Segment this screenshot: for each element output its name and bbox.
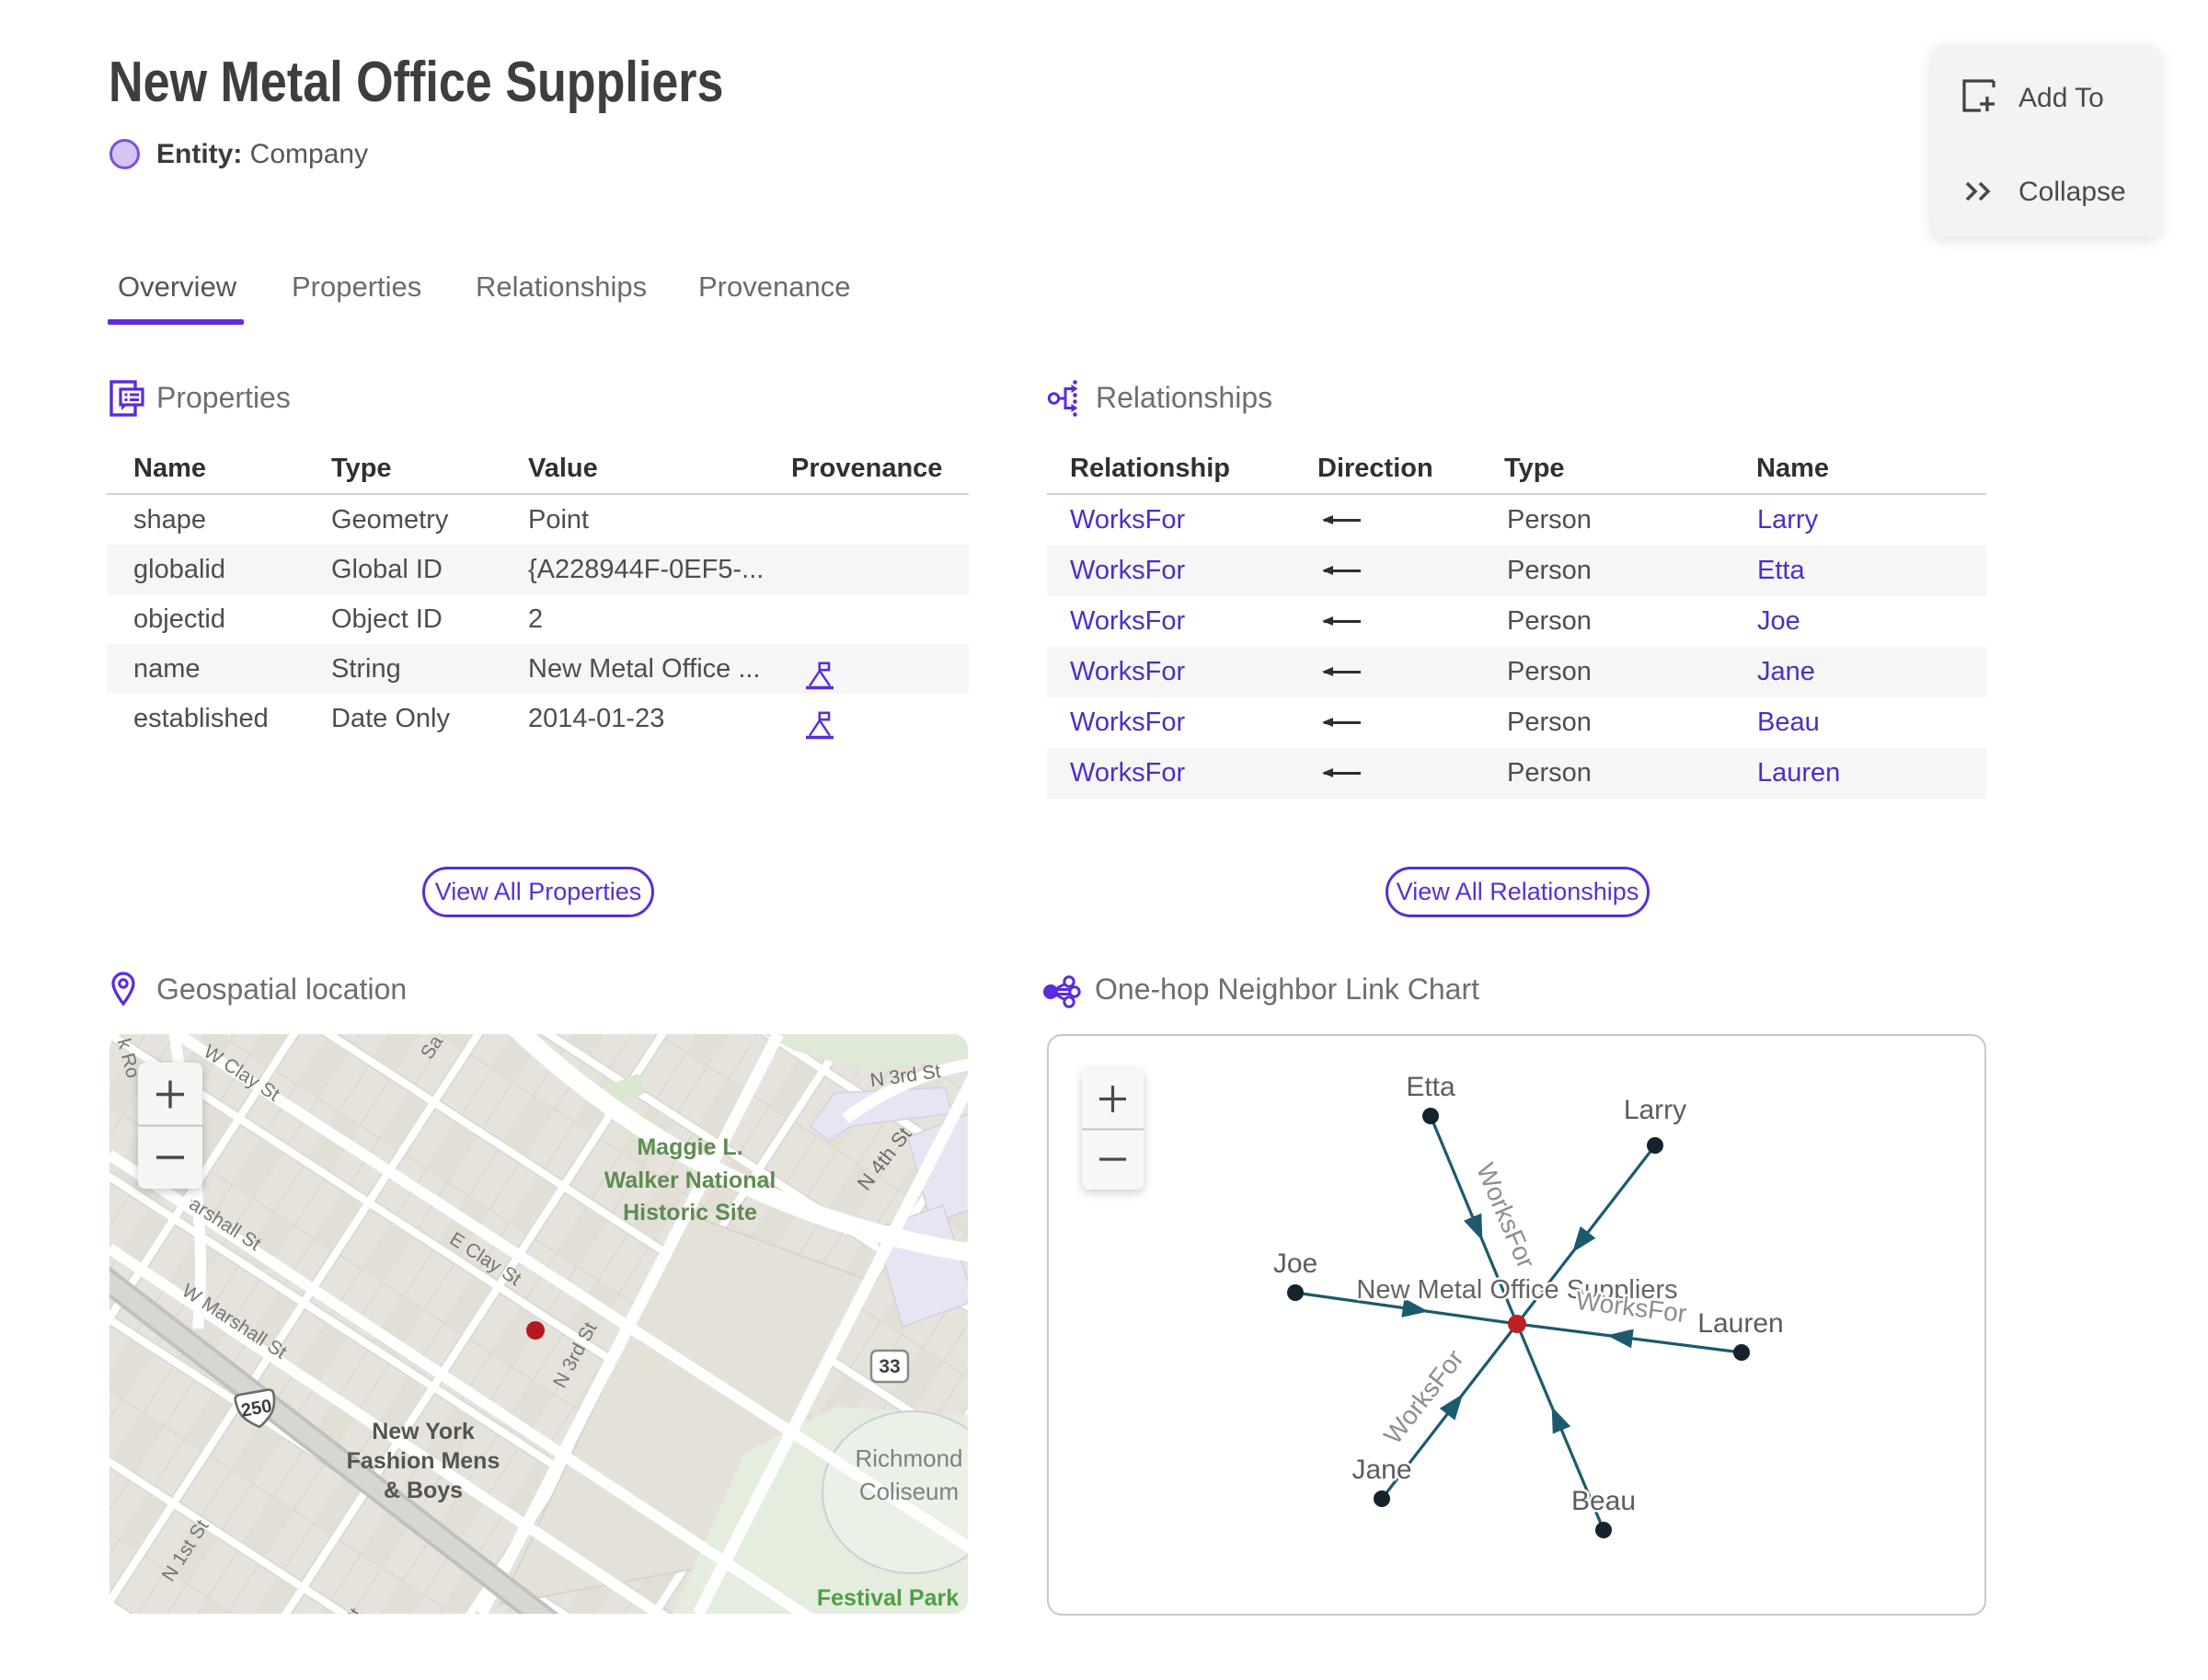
svg-text:Richmond: Richmond [855,1444,962,1472]
svg-text:Festival Park: Festival Park [817,1585,959,1611]
svg-text:Lauren: Lauren [1697,1308,1783,1339]
svg-text:Maggie L.: Maggie L. [637,1134,742,1160]
svg-text:Larry: Larry [1624,1095,1686,1125]
svg-text:Fashion Mens: Fashion Mens [347,1448,500,1474]
svg-text:Jane: Jane [1351,1455,1411,1485]
svg-text:Etta: Etta [1406,1072,1455,1102]
svg-text:Historic Site: Historic Site [623,1200,757,1225]
svg-text:Beau: Beau [1571,1486,1636,1516]
svg-text:Joe: Joe [1273,1248,1317,1279]
svg-text:Walker National: Walker National [604,1168,776,1193]
svg-text:& Boys: & Boys [384,1478,463,1503]
svg-text:New York: New York [372,1419,475,1444]
svg-text:Coliseum: Coliseum [859,1478,959,1505]
svg-text:33: 33 [879,1356,900,1377]
svg-text:WorksFor: WorksFor [1378,1344,1469,1449]
